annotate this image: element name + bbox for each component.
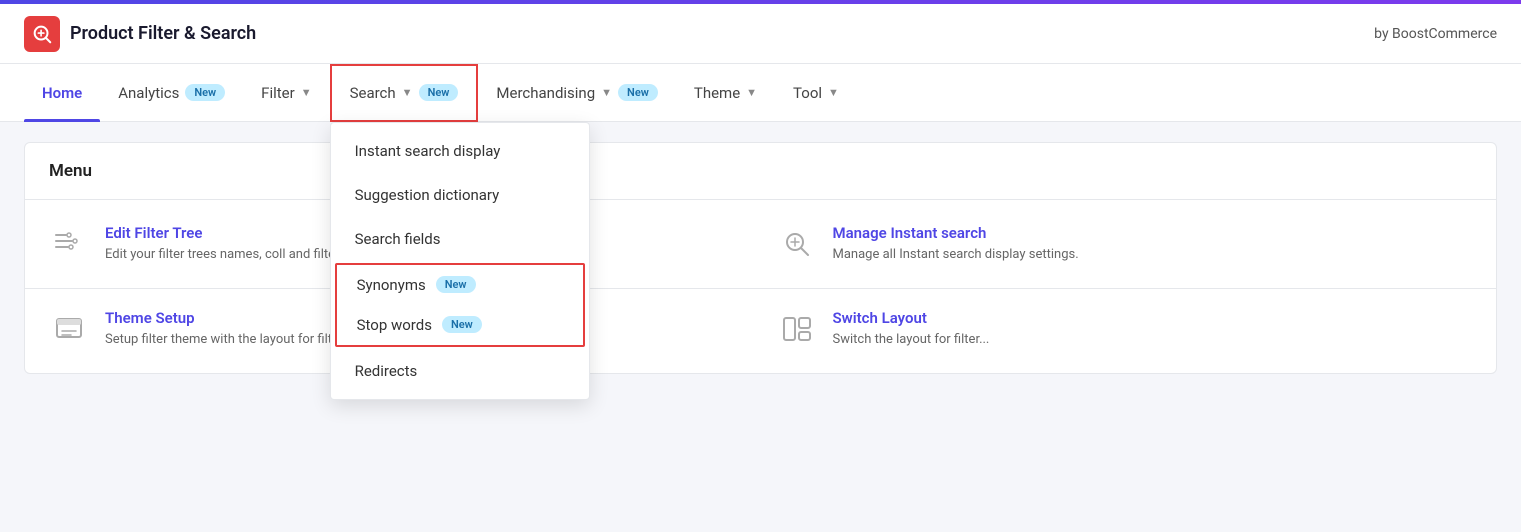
switch-layout-text: Switch Layout Switch the layout for filt… [833,309,990,349]
nav-label-search: Search [350,84,396,102]
filter-tree-icon [49,224,89,264]
synonyms-badge: New [436,276,476,293]
nav-label-tool: Tool [793,84,822,102]
nav-label-merchandising: Merchandising [496,84,595,102]
dropdown-item-redirects[interactable]: Redirects [331,349,589,393]
top-bar-left: Product Filter & Search [24,16,256,52]
synonyms-label: Synonyms [357,276,426,294]
dropdown-item-suggestion-dictionary[interactable]: Suggestion dictionary [331,173,589,217]
byline: by BoostCommerce [1374,26,1497,42]
nav-item-theme[interactable]: Theme ▼ [676,64,775,122]
analytics-badge: New [185,84,225,101]
synonyms-stopwords-group: Synonyms New Stop words New [335,263,585,347]
nav: Home Analytics New Filter ▼ Search ▼ New… [0,64,1521,122]
filter-chevron-icon: ▼ [301,86,312,99]
search-dropdown: Instant search display Suggestion dictio… [330,122,590,400]
manage-instant-search-text: Manage Instant search Manage all Instant… [833,224,1079,264]
theme-chevron-icon: ▼ [746,86,757,99]
tool-chevron-icon: ▼ [828,86,839,99]
menu-item-manage-instant-search: Manage Instant search Manage all Instant… [777,224,1473,264]
switch-layout-desc: Switch the layout for filter... [833,331,990,349]
dropdown-item-search-fields[interactable]: Search fields [331,217,589,261]
theme-setup-text: Theme Setup Setup filter theme with the … [105,309,353,349]
redirects-label: Redirects [355,362,418,380]
stop-words-label: Stop words [357,316,432,334]
menu-card: Menu Edit Filter Tree Edit your f [24,142,1497,374]
menu-card-body-2: Theme Setup Setup filter theme with the … [25,288,1496,373]
merchandising-chevron-icon: ▼ [601,86,612,99]
instant-search-icon [777,224,817,264]
search-chevron-icon: ▼ [402,86,413,99]
nav-item-search[interactable]: Search ▼ New [330,64,479,122]
search-fields-label: Search fields [355,230,441,248]
nav-item-merchandising[interactable]: Merchandising ▼ New [478,64,675,122]
dropdown-item-stop-words[interactable]: Stop words New [337,305,583,345]
manage-instant-search-desc: Manage all Instant search display settin… [833,246,1079,264]
app-logo [24,16,60,52]
merchandising-badge: New [618,84,658,101]
menu-card-header: Menu [25,143,1496,200]
suggestion-dictionary-label: Suggestion dictionary [355,186,500,204]
theme-setup-title[interactable]: Theme Setup [105,309,353,327]
instant-search-display-label: Instant search display [355,142,501,160]
nav-item-home[interactable]: Home [24,64,100,122]
dropdown-item-synonyms[interactable]: Synonyms New [337,265,583,305]
app-title: Product Filter & Search [70,23,256,44]
nav-item-filter[interactable]: Filter ▼ [243,64,329,122]
top-bar: Product Filter & Search by BoostCommerce [0,4,1521,64]
nav-label-filter: Filter [261,84,295,102]
nav-label-theme: Theme [694,84,740,102]
manage-instant-search-title[interactable]: Manage Instant search [833,224,1079,242]
stop-words-badge: New [442,316,482,333]
main-content: Menu Edit Filter Tree Edit your f [0,142,1521,374]
menu-card-body: Edit Filter Tree Edit your filter trees … [25,200,1496,288]
theme-setup-desc: Setup filter theme with the layout for f… [105,331,353,349]
switch-layout-title[interactable]: Switch Layout [833,309,990,327]
menu-item-switch-layout: Switch Layout Switch the layout for filt… [777,309,1473,349]
dropdown-item-instant-search-display[interactable]: Instant search display [331,129,589,173]
switch-layout-icon [777,309,817,349]
nav-item-tool[interactable]: Tool ▼ [775,64,857,122]
nav-item-analytics[interactable]: Analytics New [100,64,243,122]
search-badge: New [419,84,459,101]
nav-search-wrapper: Search ▼ New Instant search display Sugg… [330,64,479,122]
nav-label-analytics: Analytics [118,84,179,102]
nav-label-home: Home [42,84,82,102]
theme-setup-icon [49,309,89,349]
